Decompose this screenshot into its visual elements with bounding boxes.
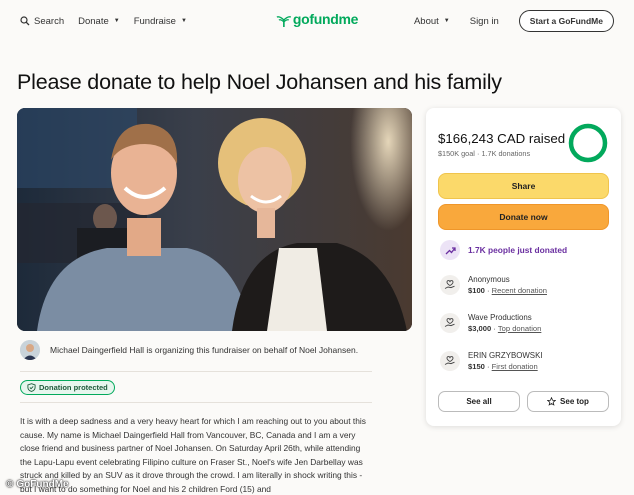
- copyright-icon: ©: [6, 479, 14, 490]
- chevron-down-icon: ▼: [443, 18, 450, 24]
- donor-amount: $100: [468, 286, 485, 295]
- donor-name: Wave Productions: [468, 313, 532, 322]
- see-all-button[interactable]: See all: [438, 391, 520, 412]
- hand-heart-icon: [440, 275, 460, 295]
- couple-photo-illustration: [17, 108, 412, 331]
- progress-ring: [568, 123, 608, 163]
- gofundme-logo[interactable]: gofundme: [276, 11, 358, 27]
- donor-tag[interactable]: First donation: [492, 362, 538, 371]
- top-nav: Search Donate ▼ Fundraise ▼ gofundme Abo…: [0, 0, 634, 42]
- shield-check-icon: [27, 383, 36, 392]
- fundraise-menu[interactable]: Fundraise ▼: [134, 16, 187, 27]
- donor-name: ERIN GRZYBOWSKI: [468, 351, 543, 360]
- donor-tag[interactable]: Recent donation: [492, 286, 547, 295]
- organizer-row: Michael Daingerfield Hall is organizing …: [20, 340, 375, 360]
- donor-item: Wave Productions $3,000 · Top donation: [440, 312, 541, 334]
- organizer-text: Michael Daingerfield Hall is organizing …: [50, 345, 359, 355]
- donor-details: Anonymous $100 · Recent donation: [468, 274, 547, 296]
- trend-text: 1.7K people just donated: [468, 245, 568, 255]
- divider: [20, 402, 372, 403]
- watermark-text: GoFundMe: [16, 479, 69, 490]
- page-title: Please donate to help Noel Johansen and …: [17, 70, 502, 94]
- fundraiser-photo: [17, 108, 412, 331]
- about-menu[interactable]: About ▼: [414, 16, 450, 27]
- donate-now-button[interactable]: Donate now: [438, 204, 609, 230]
- fundraiser-story: It is with a deep sadness and a very hea…: [20, 416, 366, 494]
- see-top-button[interactable]: See top: [527, 391, 609, 412]
- source-watermark: © GoFundMe: [6, 479, 69, 490]
- search-label: Search: [34, 15, 65, 27]
- donor-amount-row: $100 · Recent donation: [468, 286, 547, 295]
- nav-right: About ▼ Sign in Start a GoFundMe: [414, 10, 614, 32]
- goal-text: $150K goal: [438, 149, 475, 158]
- donor-item: ERIN GRZYBOWSKI $150 · First donation: [440, 350, 543, 372]
- search-icon: [20, 16, 30, 26]
- organizer-avatar[interactable]: [20, 340, 40, 360]
- recent-activity: 1.7K people just donated: [440, 240, 567, 260]
- donations-count: 1.7K donations: [481, 149, 531, 158]
- donor-amount-row: $150 · First donation: [468, 362, 538, 371]
- donor-amount-row: $3,000 · Top donation: [468, 324, 542, 333]
- goal-and-donations: $150K goal · 1.7K donations: [438, 149, 530, 158]
- chevron-down-icon: ▼: [113, 18, 120, 24]
- donor-amount: $150: [468, 362, 485, 371]
- donation-card: $166,243 CAD raised $150K goal · 1.7K do…: [426, 108, 621, 426]
- hand-heart-icon: [440, 313, 460, 333]
- amount-raised: $166,243 CAD raised: [438, 131, 566, 146]
- star-icon: [547, 397, 557, 406]
- donate-menu[interactable]: Donate ▼: [78, 16, 120, 27]
- hand-heart-icon: [440, 351, 460, 371]
- nav-left: Search Donate ▼ Fundraise ▼: [20, 16, 187, 27]
- badge-label: Donation protected: [39, 383, 108, 392]
- trending-up-icon: [440, 240, 460, 260]
- donor-name: Anonymous: [468, 275, 510, 284]
- donation-protected-badge[interactable]: Donation protected: [20, 380, 115, 395]
- sprout-logo-icon: [276, 16, 292, 27]
- see-top-label: See top: [560, 397, 589, 406]
- chevron-down-icon: ▼: [180, 18, 187, 24]
- divider: [20, 371, 372, 372]
- donate-menu-label: Donate: [78, 15, 109, 27]
- donor-details: Wave Productions $3,000 · Top donation: [468, 312, 541, 334]
- fundraise-menu-label: Fundraise: [133, 15, 176, 27]
- share-button[interactable]: Share: [438, 173, 609, 199]
- search-link[interactable]: Search: [20, 16, 64, 27]
- about-menu-label: About: [413, 15, 439, 27]
- signin-link[interactable]: Sign in: [470, 16, 499, 27]
- logo-text: gofundme: [292, 11, 359, 27]
- donor-amount: $3,000: [468, 324, 492, 333]
- start-gofundme-button[interactable]: Start a GoFundMe: [518, 10, 614, 32]
- donor-item: Anonymous $100 · Recent donation: [440, 274, 547, 296]
- donor-details: ERIN GRZYBOWSKI $150 · First donation: [468, 350, 543, 372]
- donor-tag[interactable]: Top donation: [498, 324, 542, 333]
